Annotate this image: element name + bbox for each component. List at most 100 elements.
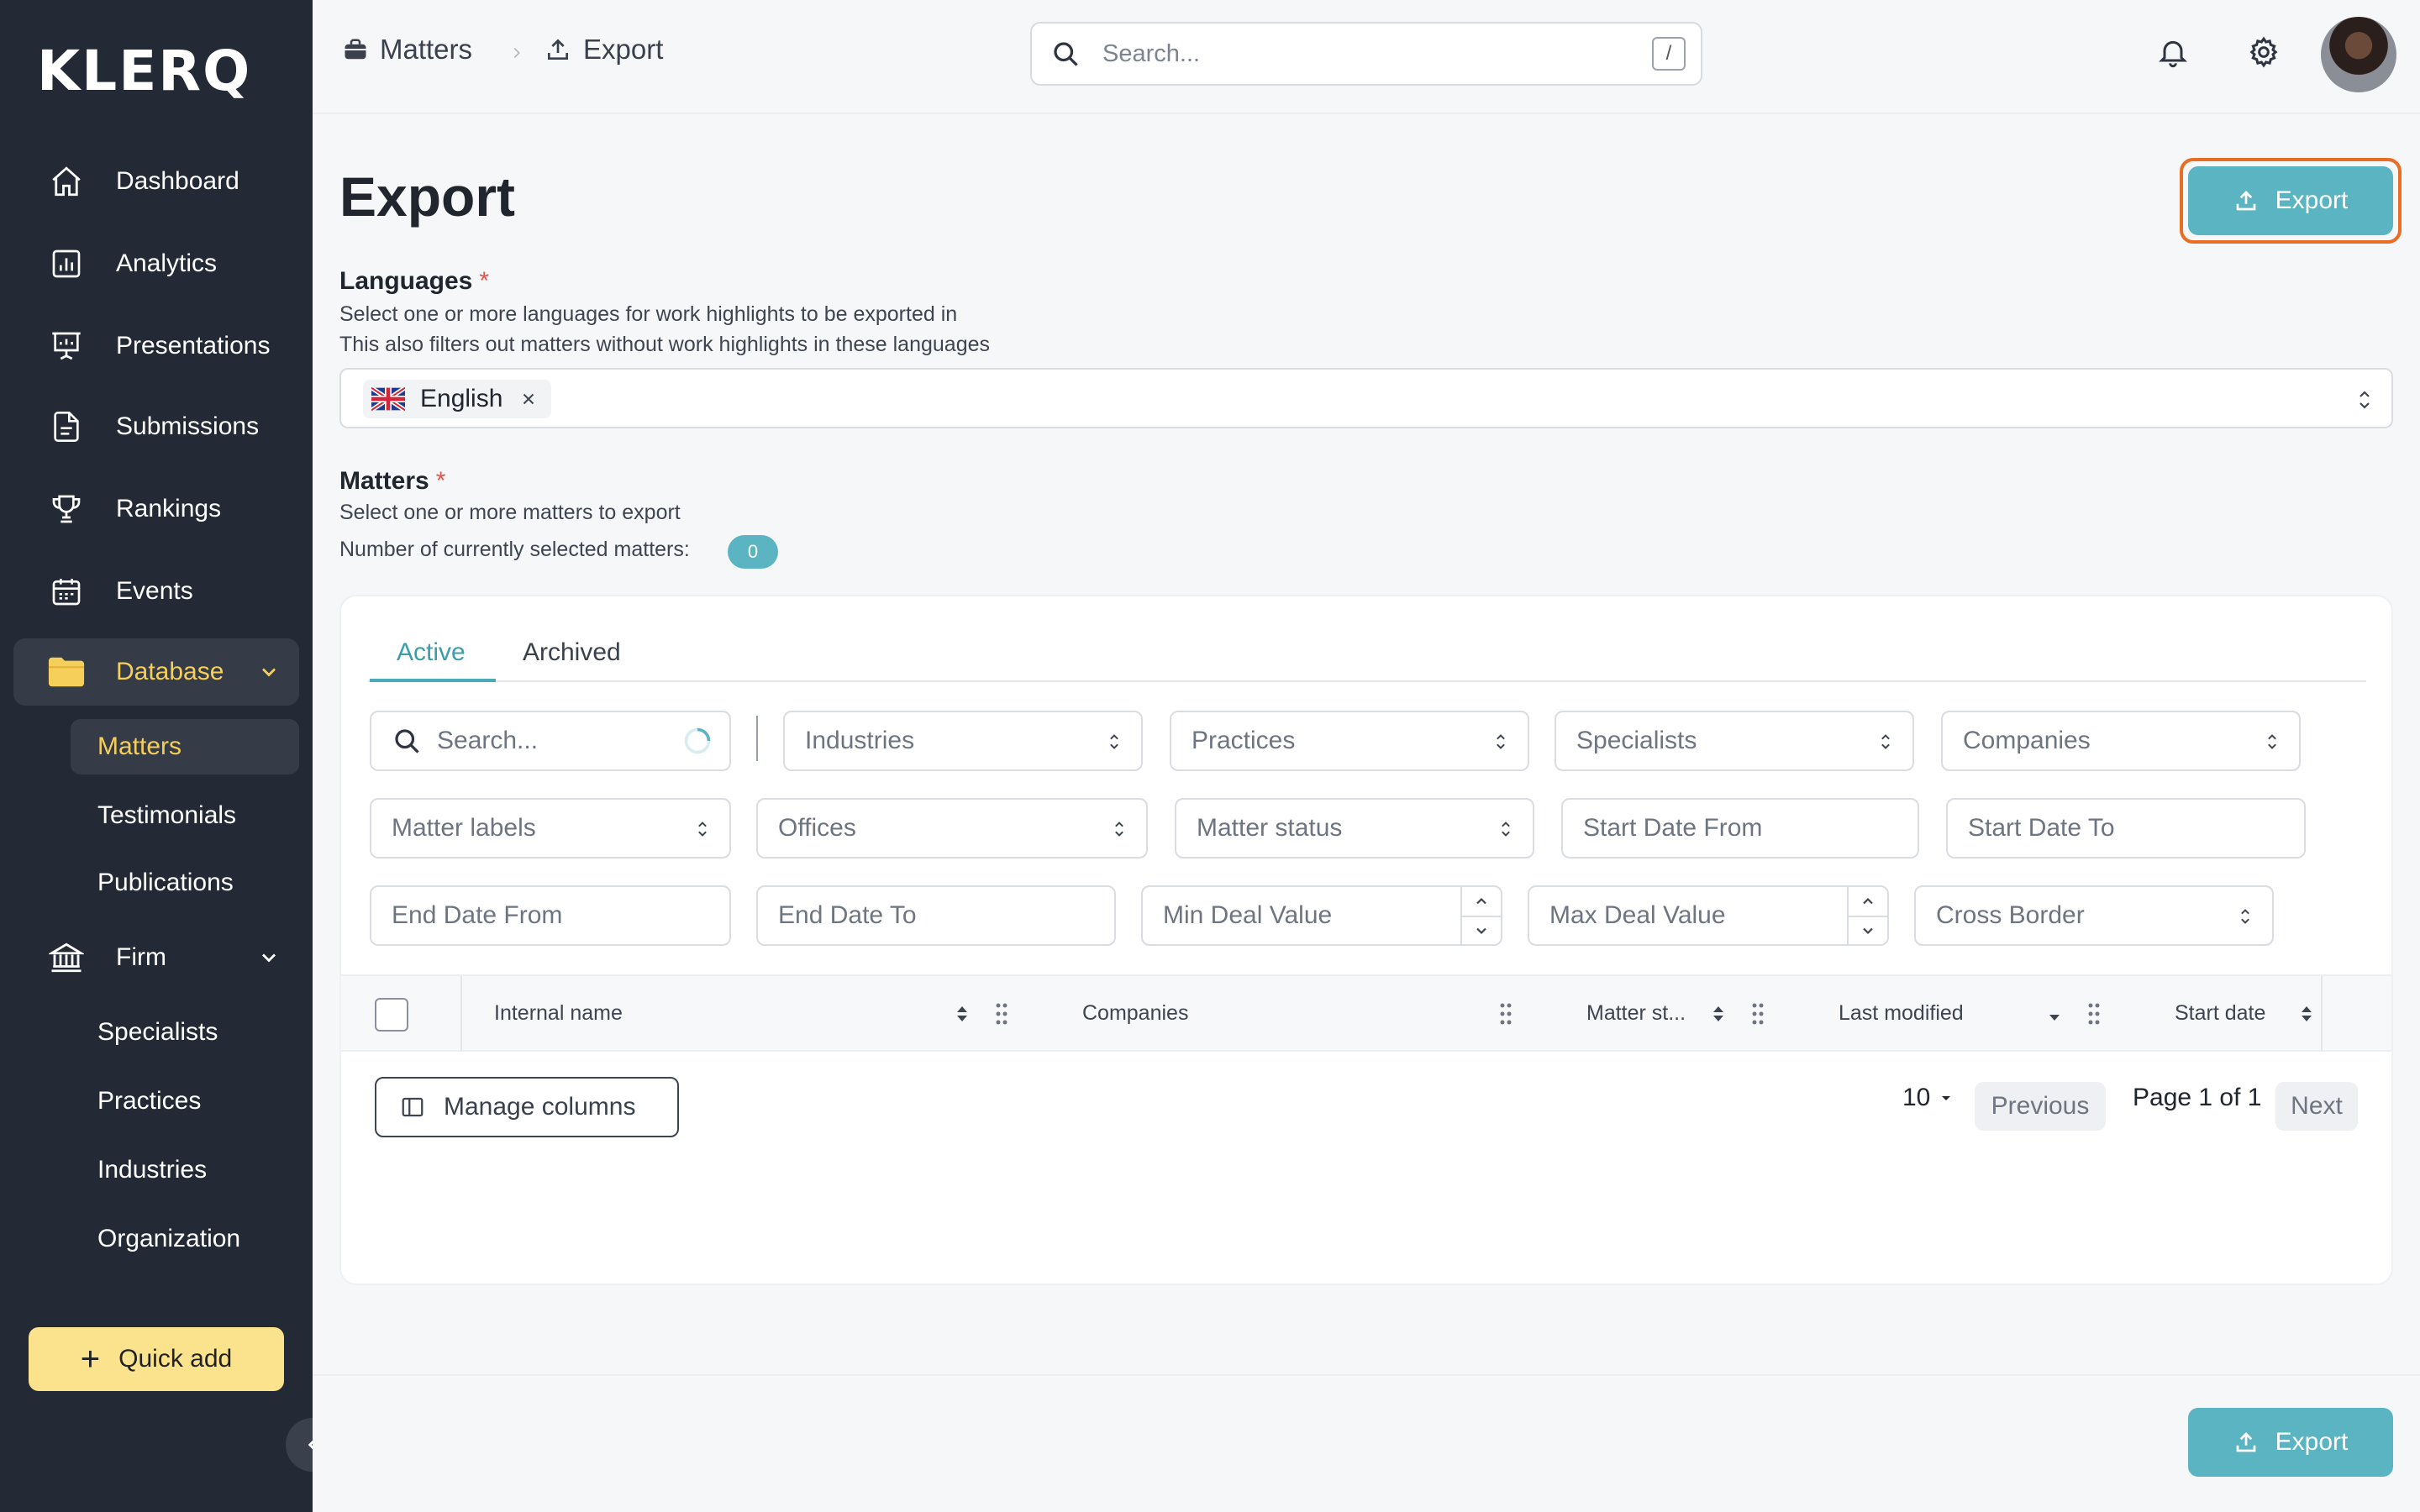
cross-border-filter[interactable]: Cross Border xyxy=(1914,885,2274,946)
tab-archived[interactable]: Archived xyxy=(523,638,621,667)
export-button-top[interactable]: Export xyxy=(2188,166,2393,235)
column-start-date[interactable]: Start date xyxy=(2175,1001,2265,1026)
page-size-value: 10 xyxy=(1902,1084,1931,1111)
search-icon xyxy=(1050,39,1081,69)
global-search-input[interactable]: Search... / xyxy=(1030,22,1702,86)
column-last-modified[interactable]: Last modified xyxy=(1839,1001,1964,1026)
chevron-up-icon[interactable] xyxy=(1849,887,1887,916)
sidebar-subitem-specialists[interactable]: Specialists xyxy=(71,1005,299,1060)
sidebar-item-firm[interactable]: Firm xyxy=(13,924,299,991)
upload-icon xyxy=(2233,188,2275,213)
remove-chip-icon[interactable] xyxy=(519,390,538,408)
sort-updown-icon xyxy=(694,818,711,840)
export-button-label: Export xyxy=(2275,186,2349,214)
sort-updown-icon xyxy=(2354,388,2375,412)
previous-page-button[interactable]: Previous xyxy=(1975,1082,2106,1131)
drag-handle-icon[interactable] xyxy=(995,1001,1008,1026)
sidebar-subitem-matters[interactable]: Matters xyxy=(71,719,299,774)
sidebar-subitem-organization[interactable]: Organization xyxy=(71,1211,299,1267)
shortcut-key: / xyxy=(1652,37,1686,71)
sidebar-item-label: Firm xyxy=(116,943,166,971)
manage-columns-label: Manage columns xyxy=(444,1093,636,1121)
sort-updown-icon xyxy=(2264,731,2281,753)
search-icon xyxy=(392,726,422,756)
sidebar-subitem-industries[interactable]: Industries xyxy=(71,1142,299,1198)
chevron-down-icon[interactable] xyxy=(1849,916,1887,944)
breadcrumb-label: Export xyxy=(583,34,664,65)
drag-handle-icon[interactable] xyxy=(2087,1001,2101,1026)
sidebar: KLERQ Dashboard Analytics Presentations … xyxy=(0,0,313,1512)
sort-desc-icon[interactable] xyxy=(2047,1006,2062,1025)
gear-icon[interactable] xyxy=(2247,35,2281,69)
column-companies[interactable]: Companies xyxy=(1082,1001,1188,1026)
chevron-down-icon[interactable] xyxy=(1462,916,1501,944)
sidebar-subitem-publications[interactable]: Publications xyxy=(71,855,299,911)
field-placeholder: Start Date From xyxy=(1583,814,1763,842)
upload-icon xyxy=(2233,1430,2275,1455)
end-date-to-input[interactable]: End Date To xyxy=(756,885,1116,946)
number-stepper[interactable] xyxy=(1460,887,1501,944)
breadcrumb-export[interactable]: Export xyxy=(544,34,663,66)
tab-active[interactable]: Active xyxy=(397,638,466,667)
manage-columns-button[interactable]: Manage columns xyxy=(375,1077,679,1137)
sort-updown-icon xyxy=(2237,906,2254,927)
sort-updown-icon xyxy=(1111,818,1128,840)
bell-icon[interactable] xyxy=(2156,35,2190,69)
practices-filter[interactable]: Practices xyxy=(1170,711,1529,771)
drag-handle-icon[interactable] xyxy=(1751,1001,1765,1026)
language-chip-label: English xyxy=(420,385,503,412)
sort-icon[interactable] xyxy=(2299,1003,2314,1025)
matters-search-input[interactable]: Search... xyxy=(370,711,731,771)
min-deal-value-input[interactable]: Min Deal Value xyxy=(1141,885,1502,946)
sort-icon[interactable] xyxy=(1711,1003,1726,1025)
filter-label: Specialists xyxy=(1576,727,1697,754)
start-date-to-input[interactable]: Start Date To xyxy=(1946,798,2306,858)
drag-handle-icon[interactable] xyxy=(1499,1001,1512,1026)
sidebar-item-rankings[interactable]: Rankings xyxy=(13,475,299,543)
quick-add-button[interactable]: + Quick add xyxy=(29,1327,284,1391)
sidebar-item-events[interactable]: Events xyxy=(13,558,299,625)
column-matter-status[interactable]: Matter st... xyxy=(1586,1001,1686,1026)
field-placeholder: Min Deal Value xyxy=(1163,901,1333,929)
companies-filter[interactable]: Companies xyxy=(1941,711,2301,771)
sidebar-item-submissions[interactable]: Submissions xyxy=(13,393,299,460)
matter-labels-filter[interactable]: Matter labels xyxy=(370,798,731,858)
avatar[interactable] xyxy=(2321,17,2396,92)
specialists-filter[interactable]: Specialists xyxy=(1555,711,1914,771)
sort-icon[interactable] xyxy=(955,1003,970,1025)
sidebar-item-presentations[interactable]: Presentations xyxy=(13,312,299,380)
chevron-up-icon[interactable] xyxy=(1462,887,1501,916)
start-date-from-input[interactable]: Start Date From xyxy=(1561,798,1919,858)
trophy-icon xyxy=(47,490,86,528)
page-title: Export xyxy=(339,165,516,228)
end-date-from-input[interactable]: End Date From xyxy=(370,885,731,946)
select-all-checkbox[interactable] xyxy=(375,998,408,1032)
sidebar-item-database[interactable]: Database xyxy=(13,638,299,706)
sidebar-item-analytics[interactable]: Analytics xyxy=(13,230,299,297)
column-divider xyxy=(460,976,462,1052)
matter-status-filter[interactable]: Matter status xyxy=(1175,798,1534,858)
sort-updown-icon xyxy=(1492,731,1509,753)
page-size-select[interactable]: 10 xyxy=(1902,1084,1952,1112)
number-stepper[interactable] xyxy=(1847,887,1887,944)
industries-filter[interactable]: Industries xyxy=(783,711,1143,771)
offices-filter[interactable]: Offices xyxy=(756,798,1148,858)
selected-count-label: Number of currently selected matters: xyxy=(339,538,690,561)
matters-label: Matters * xyxy=(339,467,445,496)
quick-add-label: Quick add xyxy=(118,1345,233,1373)
column-internal-name[interactable]: Internal name xyxy=(494,1001,623,1026)
filter-divider xyxy=(756,716,758,761)
sidebar-subitem-practices[interactable]: Practices xyxy=(71,1074,299,1129)
sidebar-item-dashboard[interactable]: Dashboard xyxy=(13,148,299,215)
next-page-button[interactable]: Next xyxy=(2275,1082,2358,1131)
caret-down-icon xyxy=(1940,1092,1952,1104)
languages-label-text: Languages xyxy=(339,267,473,295)
sidebar-subitem-testimonials[interactable]: Testimonials xyxy=(71,788,299,843)
field-placeholder: End Date To xyxy=(778,901,917,929)
klerq-logo[interactable]: KLERQ xyxy=(37,39,251,103)
export-button-bottom[interactable]: Export xyxy=(2188,1408,2393,1477)
matters-card: Active Archived Search... Industries Pra… xyxy=(339,595,2393,1285)
breadcrumb-matters[interactable]: Matters xyxy=(343,34,472,66)
languages-select[interactable]: English xyxy=(339,368,2393,428)
max-deal-value-input[interactable]: Max Deal Value xyxy=(1528,885,1889,946)
